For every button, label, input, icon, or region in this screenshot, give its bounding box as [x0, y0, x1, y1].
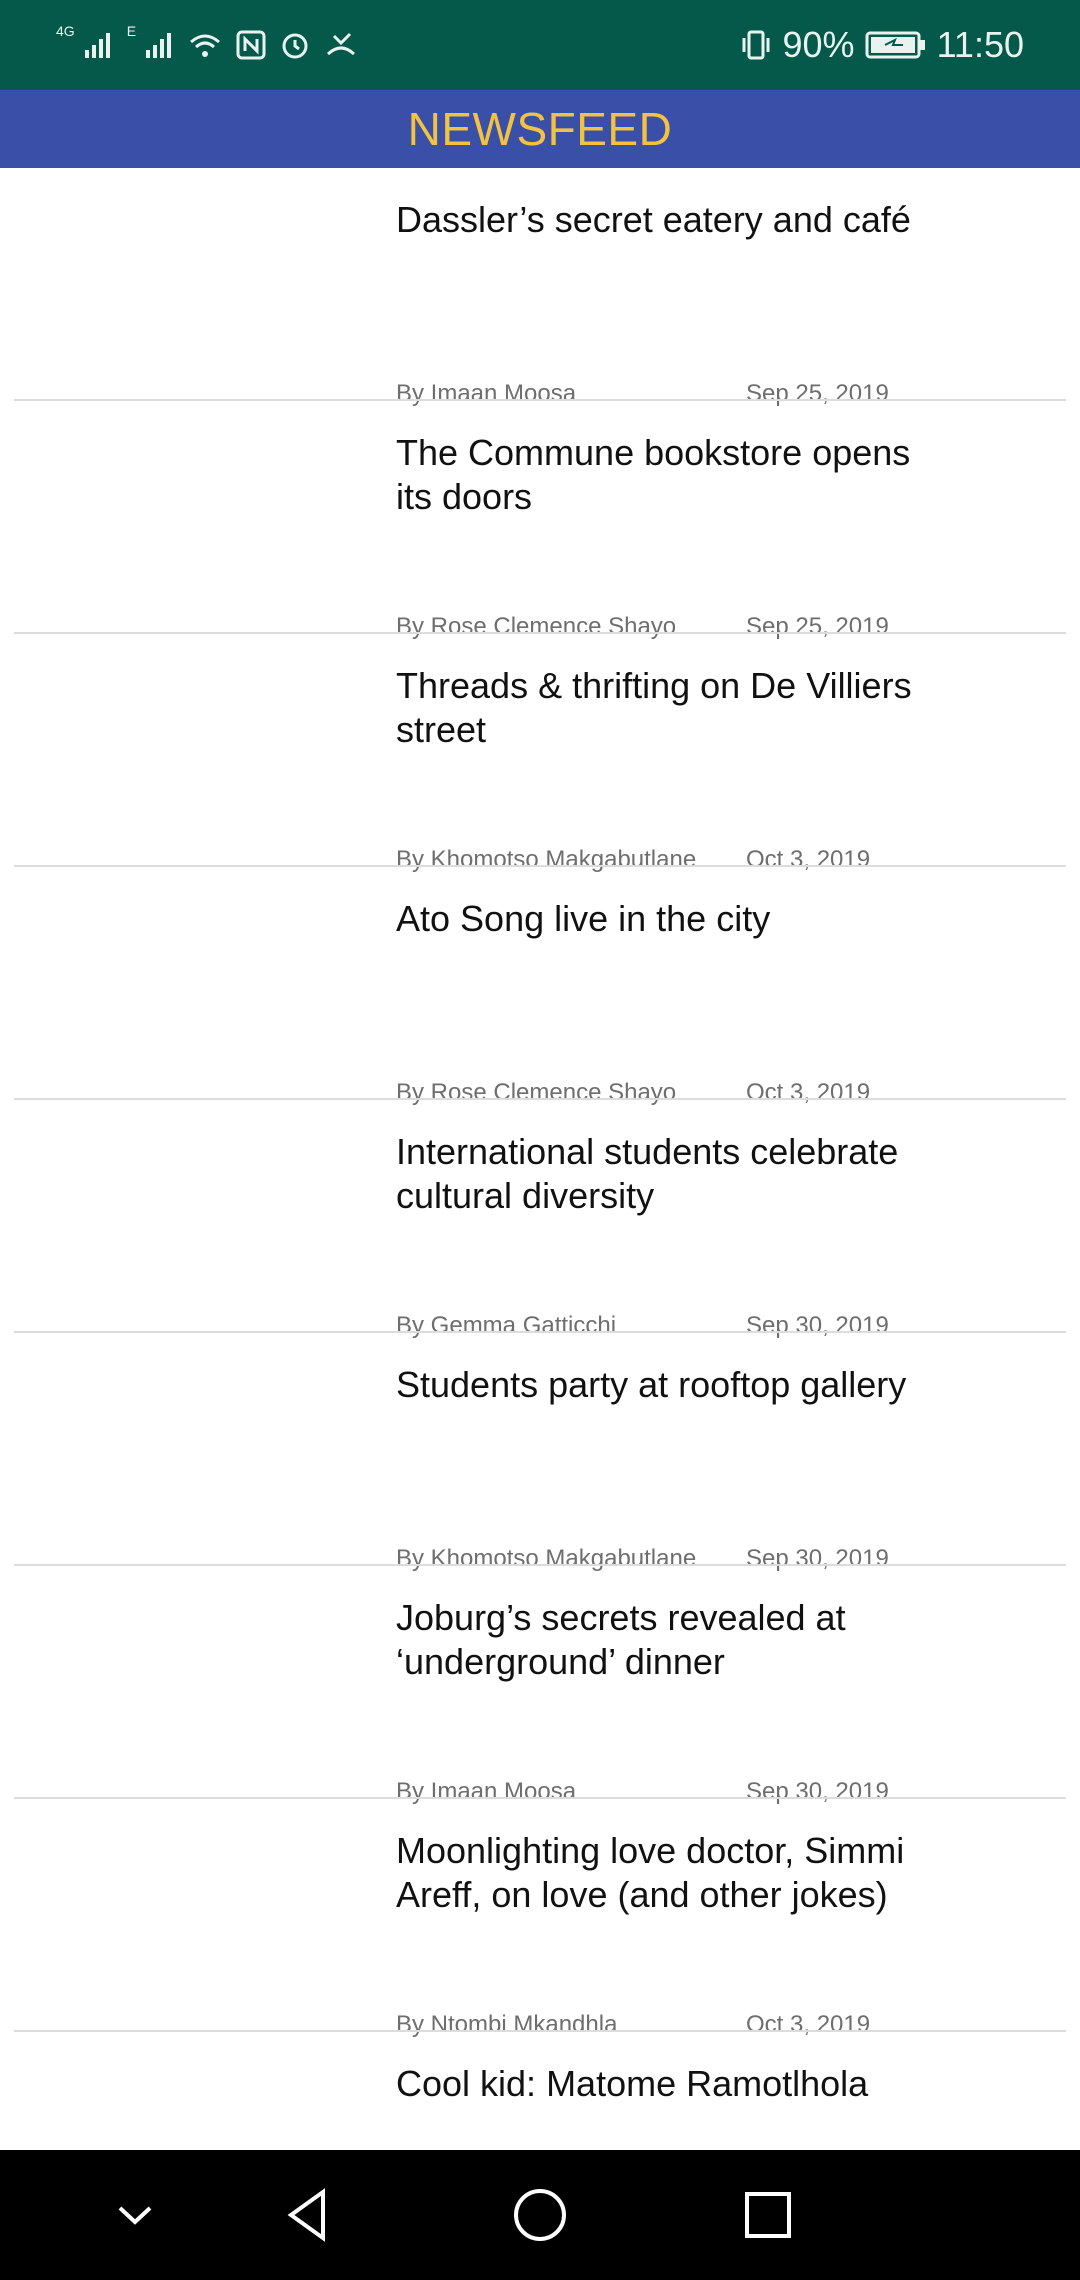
alarm-icon: [282, 33, 308, 59]
article-thumbnail[interactable]: [14, 634, 374, 864]
article-title[interactable]: Dassler’s secret eatery and café: [396, 198, 916, 242]
article-title[interactable]: The Commune bookstore opens its doors: [396, 431, 916, 519]
article-item[interactable]: Ato Song live in the city By Rose Clemenc…: [0, 867, 1080, 1106]
article-item[interactable]: Dassler’s secret eatery and café By Imaan…: [0, 168, 1080, 407]
chevron-down-icon[interactable]: [100, 2180, 170, 2250]
network-type-label: E: [126, 23, 137, 39]
nfc-icon: [236, 30, 266, 60]
recents-icon[interactable]: [733, 2180, 803, 2250]
clock: 11:50: [936, 24, 1024, 65]
article-item[interactable]: International students celebrate cultura…: [0, 1100, 1080, 1339]
article-item[interactable]: The Commune bookstore opens its doors By …: [0, 401, 1080, 640]
vibrate-icon: [742, 30, 770, 60]
article-title[interactable]: Students party at rooftop gallery: [396, 1363, 916, 1407]
network-type-label: 4G: [56, 23, 75, 39]
article-title[interactable]: Ato Song live in the city: [396, 897, 916, 941]
battery-percent: 90%: [782, 24, 855, 65]
article-title[interactable]: Moonlighting love doctor, Simmi Areff, o…: [396, 1829, 916, 1917]
article-thumbnail[interactable]: [14, 2032, 374, 2150]
signal-icon: [84, 33, 110, 58]
article-thumbnail[interactable]: [14, 401, 374, 631]
article-item[interactable]: Joburg’s secrets revealed at ‘undergroun…: [0, 1566, 1080, 1805]
article-title[interactable]: International students celebrate cultura…: [396, 1130, 916, 1218]
app-bar: NEWSFEED: [0, 90, 1080, 168]
article-item[interactable]: Students party at rooftop gallery By Khom…: [0, 1333, 1080, 1572]
article-thumbnail[interactable]: [14, 867, 374, 1097]
back-icon[interactable]: [273, 2180, 343, 2250]
article-thumbnail[interactable]: [14, 1566, 374, 1796]
article-item[interactable]: Moonlighting love doctor, Simmi Areff, o…: [0, 1799, 1080, 2038]
status-bar: 4G E 90% 11:50: [0, 0, 1080, 90]
navigation-bar: [0, 2150, 1080, 2280]
article-title[interactable]: Cool kid: Matome Ramotlhola: [396, 2062, 916, 2106]
signal-icon: [146, 33, 172, 58]
wifi-icon: [190, 34, 221, 57]
article-title[interactable]: Threads & thrifting on De Villiers stree…: [396, 664, 916, 752]
article-thumbnail[interactable]: [14, 1100, 374, 1330]
article-title[interactable]: Joburg’s secrets revealed at ‘undergroun…: [396, 1596, 916, 1684]
news-feed-list[interactable]: Dassler’s secret eatery and café By Imaan…: [0, 168, 1080, 2150]
article-thumbnail[interactable]: [14, 1799, 374, 2029]
article-item[interactable]: Cool kid: Matome Ramotlhola: [0, 2032, 1080, 2150]
battery-charging-icon: [865, 31, 925, 59]
page-title: NEWSFEED: [407, 103, 673, 155]
home-icon[interactable]: [505, 2180, 575, 2250]
article-thumbnail[interactable]: [14, 168, 374, 398]
article-item[interactable]: Threads & thrifting on De Villiers stree…: [0, 634, 1080, 873]
article-thumbnail[interactable]: [14, 1333, 374, 1563]
missed-call-icon: [327, 32, 356, 56]
